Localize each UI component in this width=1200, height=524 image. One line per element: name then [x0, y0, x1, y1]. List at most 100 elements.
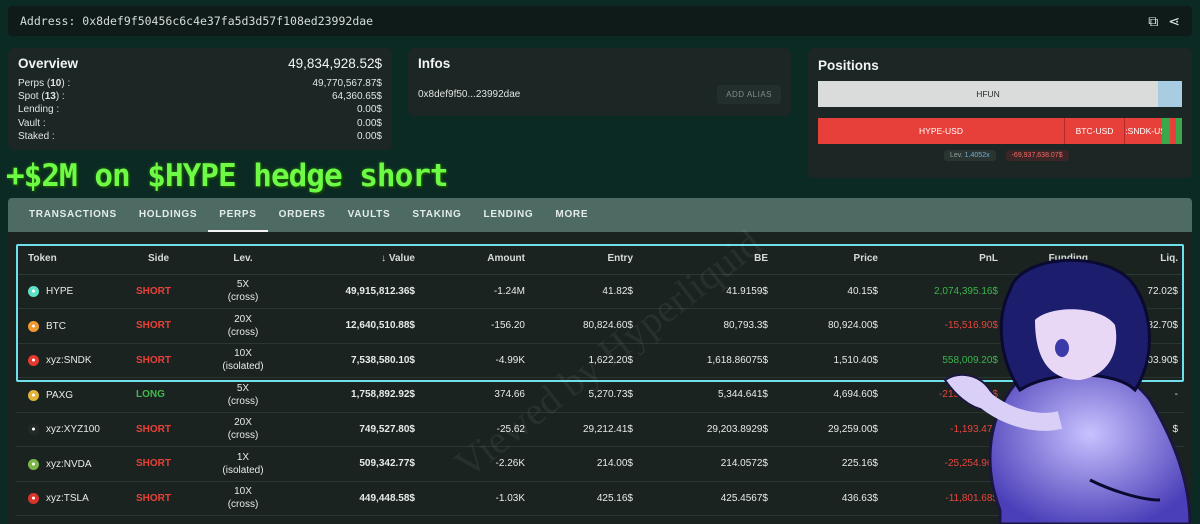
overview-row-lending: Lending : 0.00$ — [18, 104, 382, 116]
token-cell[interactable]: ● xyz:TSLA — [16, 481, 136, 516]
anime-girl-illustration — [943, 258, 1192, 524]
infos-address: 0x8def9f50...23992dae — [418, 89, 521, 100]
token-name: xyz:SNDK — [46, 355, 92, 367]
overview-title: Overview — [18, 56, 79, 71]
side-cell: SHORT — [136, 446, 206, 482]
be-cell: 80,793.3$ — [639, 308, 774, 344]
address-actions: ⧉ ⋖ — [1148, 13, 1180, 30]
price-cell: 1,510.40$ — [774, 343, 884, 378]
side-cell: SHORT — [136, 308, 206, 344]
col-entry[interactable]: Entry — [531, 244, 639, 275]
tsla-icon: ● — [28, 493, 39, 505]
price-cell: 225.16$ — [774, 446, 884, 482]
be-cell: 41.9159$ — [639, 274, 774, 309]
side-cell: SHORT — [136, 481, 206, 516]
tab-more[interactable]: MORE — [544, 209, 599, 232]
col-be[interactable]: BE — [639, 244, 774, 275]
perp-allocation-bar: HYPE-USD BTC-USD z:SNDK-US — [818, 118, 1182, 144]
perp-segment-sndk[interactable]: z:SNDK-US — [1124, 118, 1162, 144]
xyz100-icon: ● — [28, 424, 39, 436]
copy-icon[interactable]: ⧉ — [1148, 13, 1158, 30]
entry-cell: 425.16$ — [531, 481, 639, 516]
price-cell: 80,924.00$ — [774, 308, 884, 344]
infos-title: Infos — [418, 56, 451, 71]
sndk-icon: ● — [28, 355, 39, 367]
tab-lending[interactable]: LENDING — [473, 209, 545, 232]
address-text: Address: 0x8def9f50456c6c4e37fa5d3d57f10… — [20, 14, 374, 28]
perp-segment-long[interactable] — [1162, 118, 1170, 144]
value-cell: 509,342.77$ — [286, 446, 421, 482]
share-icon[interactable]: ⋖ — [1168, 13, 1180, 30]
leverage-cell: 20X (cross) — [206, 412, 286, 447]
value-cell: 449,448.58$ — [286, 481, 421, 516]
price-cell: 4,694.60$ — [774, 377, 884, 413]
pnl-badge: -69,937,638.07$ — [1005, 150, 1069, 161]
col-side[interactable]: Side — [136, 244, 206, 275]
be-cell: 29,203.8929$ — [639, 412, 774, 447]
value-cell: 7,538,580.10$ — [286, 343, 421, 378]
leverage-cell: 20X (cross) — [206, 308, 286, 344]
entry-cell: 29,212.41$ — [531, 412, 639, 447]
overview-row-perps: Perps (10) : 49,770,567.87$ — [18, 78, 382, 89]
value-cell: 749,527.80$ — [286, 412, 421, 447]
token-cell[interactable]: ● BTC — [16, 308, 136, 344]
perp-segment-long[interactable] — [1176, 118, 1182, 144]
token-cell[interactable]: ● xyz:SNDK — [16, 343, 136, 378]
token-cell[interactable]: ● HYPE — [16, 274, 136, 309]
add-alias-button[interactable]: ADD ALIAS — [717, 85, 781, 104]
value-cell: 12,640,510.88$ — [286, 308, 421, 344]
be-cell: 5,344.641$ — [639, 377, 774, 413]
leverage-cell: 1X (isolated) — [206, 446, 286, 482]
tab-perps[interactable]: PERPS — [208, 209, 268, 232]
positions-title: Positions — [818, 58, 879, 73]
btc-icon: ● — [28, 320, 39, 332]
nvda-icon: ● — [28, 458, 39, 470]
token-cell[interactable]: ● xyz:NVDA — [16, 446, 136, 482]
paxg-icon: ● — [28, 389, 39, 401]
col-price[interactable]: Price — [774, 244, 884, 275]
overview-row-staked: Staked : 0.00$ — [18, 130, 382, 142]
entry-cell: 214.00$ — [531, 446, 639, 482]
address-bar: Address: 0x8def9f50456c6c4e37fa5d3d57f10… — [8, 6, 1192, 36]
spot-segment-hfun[interactable]: HFUN — [818, 81, 1158, 107]
amount-cell: -4.99K — [421, 343, 531, 378]
side-cell: SHORT — [136, 412, 206, 447]
token-name: HYPE — [46, 286, 74, 298]
col-leverage[interactable]: Lev. — [206, 244, 286, 275]
overview-card: Overview 49,834,928.52$ Perps (10) : 49,… — [8, 48, 392, 150]
spot-segment-other[interactable] — [1158, 81, 1182, 107]
infos-card: Infos 0x8def9f50...23992dae ADD ALIAS — [408, 48, 791, 116]
amount-cell: -156.20 — [421, 308, 531, 344]
overview-row-vault: Vault : 0.00$ — [18, 117, 382, 129]
perp-segment-hype[interactable]: HYPE-USD — [818, 118, 1064, 144]
amount-cell: -1.24M — [421, 274, 531, 309]
tab-vaults[interactable]: VAULTS — [337, 209, 402, 232]
tab-holdings[interactable]: HOLDINGS — [128, 209, 208, 232]
leverage-cell: 5X (cross) — [206, 274, 286, 309]
arrow-down-icon: ↓ — [381, 253, 387, 265]
tab-transactions[interactable]: TRANSACTIONS — [18, 209, 128, 232]
entry-cell: 5,270.73$ — [531, 377, 639, 413]
tab-staking[interactable]: STAKING — [401, 209, 472, 232]
tab-orders[interactable]: ORDERS — [268, 209, 337, 232]
col-value[interactable]: ↓ Value — [286, 244, 421, 275]
price-cell: 436.63$ — [774, 481, 884, 516]
value-cell: 49,915,812.36$ — [286, 274, 421, 309]
spot-allocation-bar: HFUN — [818, 81, 1182, 107]
token-cell[interactable]: ● PAXG — [16, 377, 136, 413]
value-cell: 1,758,892.92$ — [286, 377, 421, 413]
leverage-cell: 5X (cross) — [206, 377, 286, 413]
col-amount[interactable]: Amount — [421, 244, 531, 275]
entry-cell: 80,824.60$ — [531, 308, 639, 344]
entry-cell: 41.82$ — [531, 274, 639, 309]
price-cell: 29,259.00$ — [774, 412, 884, 447]
overview-row-spot: Spot (13) : 64,360.65$ — [18, 91, 382, 103]
amount-cell: -2.26K — [421, 446, 531, 482]
side-cell: SHORT — [136, 274, 206, 309]
token-cell[interactable]: ● xyz:XYZ100 — [16, 412, 136, 447]
amount-cell: -25.62 — [421, 412, 531, 447]
leverage-badge: Lev. 1.4052x — [944, 150, 996, 161]
token-name: xyz:XYZ100 — [46, 424, 100, 436]
col-token[interactable]: Token — [16, 244, 136, 275]
perp-segment-btc[interactable]: BTC-USD — [1064, 118, 1124, 144]
